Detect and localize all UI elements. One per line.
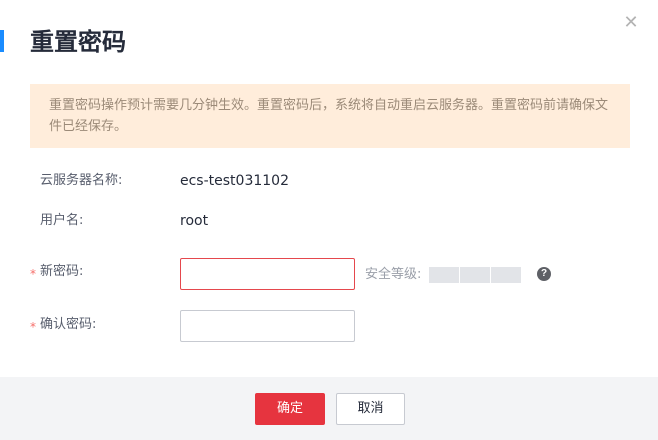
- username-value: root: [180, 213, 209, 229]
- warning-notice: 重置密码操作预计需要几分钟生效。重置密码后，系统将自动重启云服务器。重置密码前请…: [30, 84, 630, 148]
- new-password-label: 新密码:: [40, 264, 84, 279]
- server-name-label: 云服务器名称:: [40, 173, 123, 188]
- server-name-value: ecs-test031102: [180, 173, 289, 189]
- strength-segment: [460, 267, 490, 283]
- required-marker: *: [30, 267, 36, 281]
- close-icon[interactable]: ✕: [622, 14, 640, 32]
- cancel-button[interactable]: 取消: [336, 393, 405, 425]
- username-label: 用户名:: [40, 213, 84, 228]
- strength-segment: [491, 267, 521, 283]
- confirm-password-input[interactable]: [180, 310, 355, 342]
- required-marker: *: [30, 320, 36, 334]
- confirm-button[interactable]: 确定: [255, 393, 325, 425]
- strength-label: 安全等级:: [365, 267, 422, 282]
- new-password-input[interactable]: [180, 258, 355, 290]
- reset-password-dialog: 重置密码 ✕ 重置密码操作预计需要几分钟生效。重置密码后，系统将自动重启云服务器…: [0, 0, 658, 440]
- question-icon[interactable]: ?: [537, 267, 551, 281]
- title-accent-bar: [0, 30, 4, 52]
- dialog-footer: [0, 377, 658, 440]
- strength-segment: [429, 267, 459, 283]
- confirm-password-label: 确认密码:: [40, 317, 97, 332]
- dialog-title: 重置密码: [30, 28, 126, 56]
